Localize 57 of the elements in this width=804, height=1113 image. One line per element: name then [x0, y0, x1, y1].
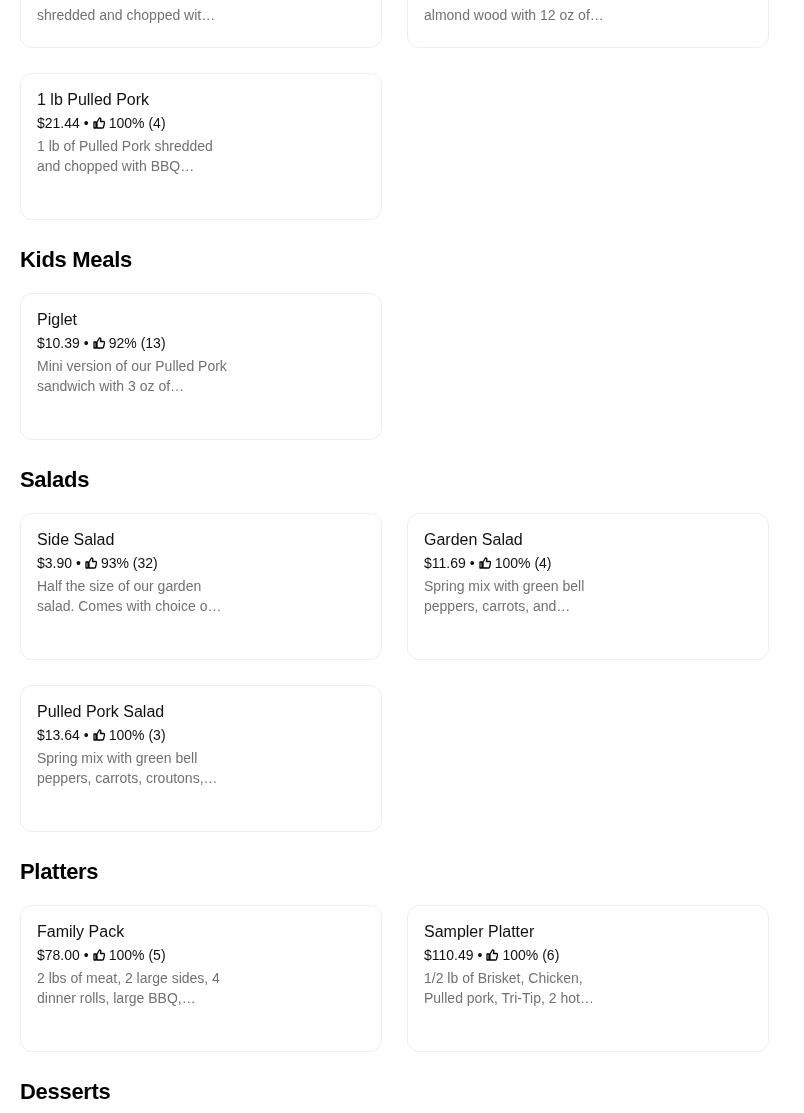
menu-item-card[interactable]: Garden Salad $11.69 • 100% (4) Spring mix with green bell peppers, carrots, and…	[407, 513, 769, 660]
item-description: 1 lb of Pulled Pork shredded and chopped with BBQ…	[37, 137, 214, 176]
separator-dot: •	[83, 114, 89, 132]
section-heading: Desserts	[20, 1078, 112, 1106]
separator-dot: •	[83, 334, 89, 352]
item-price: $3.90	[37, 554, 73, 572]
section-heading: Salads	[20, 466, 91, 494]
item-name: Side Salad	[37, 530, 116, 550]
menu-item-card[interactable]: Piglet $10.39 • 92% (13) Mini version of our Pulled Pork sandwich with 3 oz of…	[20, 293, 382, 440]
item-rating: 100% (5)	[108, 946, 166, 964]
item-price: $78.00	[37, 946, 80, 964]
menu-item-card[interactable]: 1 lb Pulled Pork $21.44 • 100% (4) 1 lb of Pulled Pork shredded and chopped with BBQ…	[20, 73, 382, 220]
menu-item-card[interactable]: Sampler Platter $110.49 • 100% (6) 1/2 lb of Brisket, Chicken, Pulled pork, Tri-Tip, 2 hot…	[407, 905, 769, 1052]
thumbs-up-icon	[486, 949, 499, 961]
item-description: Mini version of our Pulled Pork sandwich with 3 oz of…	[37, 357, 228, 396]
item-rating: 92% (13)	[108, 334, 166, 352]
thumbs-up-icon	[478, 557, 491, 569]
item-description: shredded and chopped wit…	[37, 6, 217, 25]
item-name: Family Pack	[37, 922, 126, 942]
item-name: Piglet	[37, 310, 79, 330]
item-price: $21.44	[37, 114, 80, 132]
item-description: 1/2 lb of Brisket, Chicken, Pulled pork, Tri-Tip, 2 hot…	[424, 969, 595, 1008]
item-name: Pulled Pork Salad	[37, 702, 166, 722]
section-heading: Kids Meals	[20, 246, 133, 274]
thumbs-up-icon	[92, 949, 105, 961]
item-rating: 100% (4)	[108, 114, 166, 132]
separator-dot: •	[76, 554, 81, 572]
item-rating: 100% (3)	[108, 726, 166, 744]
item-rating: 100% (4)	[494, 554, 552, 572]
separator-dot: •	[477, 946, 483, 964]
thumbs-up-icon	[92, 117, 105, 129]
item-description: almond wood with 12 oz of…	[424, 6, 605, 25]
item-description: Half the size of our garden salad. Comes with choice o…	[37, 577, 223, 616]
item-rating: 93% (32)	[100, 554, 158, 572]
menu-item-card[interactable]: Side Salad $3.90 • 93% (32) Half the size of our garden salad. Comes with choice o…	[20, 513, 382, 660]
item-description: 2 lbs of meat, 2 large sides, 4 dinner rolls, large BBQ,…	[37, 969, 221, 1008]
thumbs-up-icon	[92, 337, 105, 349]
separator-dot: •	[83, 726, 89, 744]
item-name: 1 lb Pulled Pork	[37, 90, 151, 110]
item-price: $110.49	[424, 946, 474, 964]
item-description: Spring mix with green bell peppers, carrots, croutons,…	[37, 749, 219, 788]
item-price: $10.39	[37, 334, 80, 352]
separator-dot: •	[83, 946, 89, 964]
thumbs-up-icon	[84, 557, 97, 569]
item-rating: 100% (6)	[502, 946, 560, 964]
thumbs-up-icon	[92, 729, 105, 741]
menu-item-card[interactable]: Family Pack $78.00 • 100% (5) 2 lbs of meat, 2 large sides, 4 dinner rolls, large BBQ,…	[20, 905, 382, 1052]
item-price: $11.69	[424, 554, 466, 572]
separator-dot: •	[469, 554, 475, 572]
section-heading: Platters	[20, 858, 100, 886]
item-price: $13.64	[37, 726, 80, 744]
menu-item-card[interactable]: almond wood with 12 oz of…	[407, 0, 769, 48]
item-description: Spring mix with green bell peppers, carrots, and…	[424, 577, 586, 616]
menu-item-card[interactable]: shredded and chopped wit…	[20, 0, 382, 48]
item-name: Garden Salad	[424, 530, 524, 550]
menu-item-card[interactable]: Pulled Pork Salad $13.64 • 100% (3) Spring mix with green bell peppers, carrots, croutons,…	[20, 685, 382, 832]
item-name: Sampler Platter	[424, 922, 536, 942]
